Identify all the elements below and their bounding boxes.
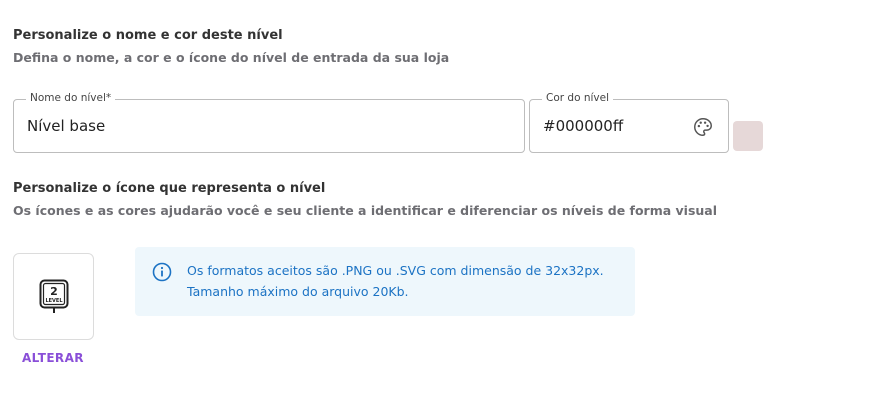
name-section-subtitle: Defina o nome, a cor e o ícone do nível … — [13, 50, 450, 65]
info-text-max-size: Tamanho máximo do arquivo 20Kb. — [187, 284, 409, 299]
level-color-field[interactable]: Cor do nível #000000ff — [529, 92, 729, 153]
info-text-formats: Os formatos aceitos são .PNG ou .SVG com… — [187, 263, 604, 278]
level-icon-preview: 2 LEVEL — [13, 253, 94, 340]
palette-icon[interactable] — [692, 116, 714, 138]
change-icon-button[interactable]: ALTERAR — [22, 351, 84, 365]
info-icon — [152, 262, 172, 282]
info-banner: Os formatos aceitos são .PNG ou .SVG com… — [135, 247, 635, 316]
level-badge-number: 2 — [50, 285, 58, 298]
icon-section-title: Personalize o ícone que representa o nív… — [13, 181, 326, 196]
color-swatch[interactable] — [733, 121, 763, 151]
level-settings-page: Personalize o nome e cor deste nível Def… — [0, 0, 877, 416]
icon-section-subtitle: Os ícones e as cores ajudarão você e seu… — [13, 203, 718, 218]
name-section-title: Personalize o nome e cor deste nível — [13, 28, 283, 43]
level-color-input[interactable]: #000000ff — [543, 117, 623, 135]
level-name-label: Nome do nível* — [26, 92, 116, 104]
level-name-input[interactable]: Nível base — [27, 117, 105, 135]
level-badge-label: LEVEL — [45, 298, 63, 304]
level-badge-icon: 2 LEVEL — [39, 279, 69, 313]
level-name-field[interactable]: Nome do nível* Nível base — [13, 92, 525, 153]
level-color-label: Cor do nível — [542, 92, 613, 104]
